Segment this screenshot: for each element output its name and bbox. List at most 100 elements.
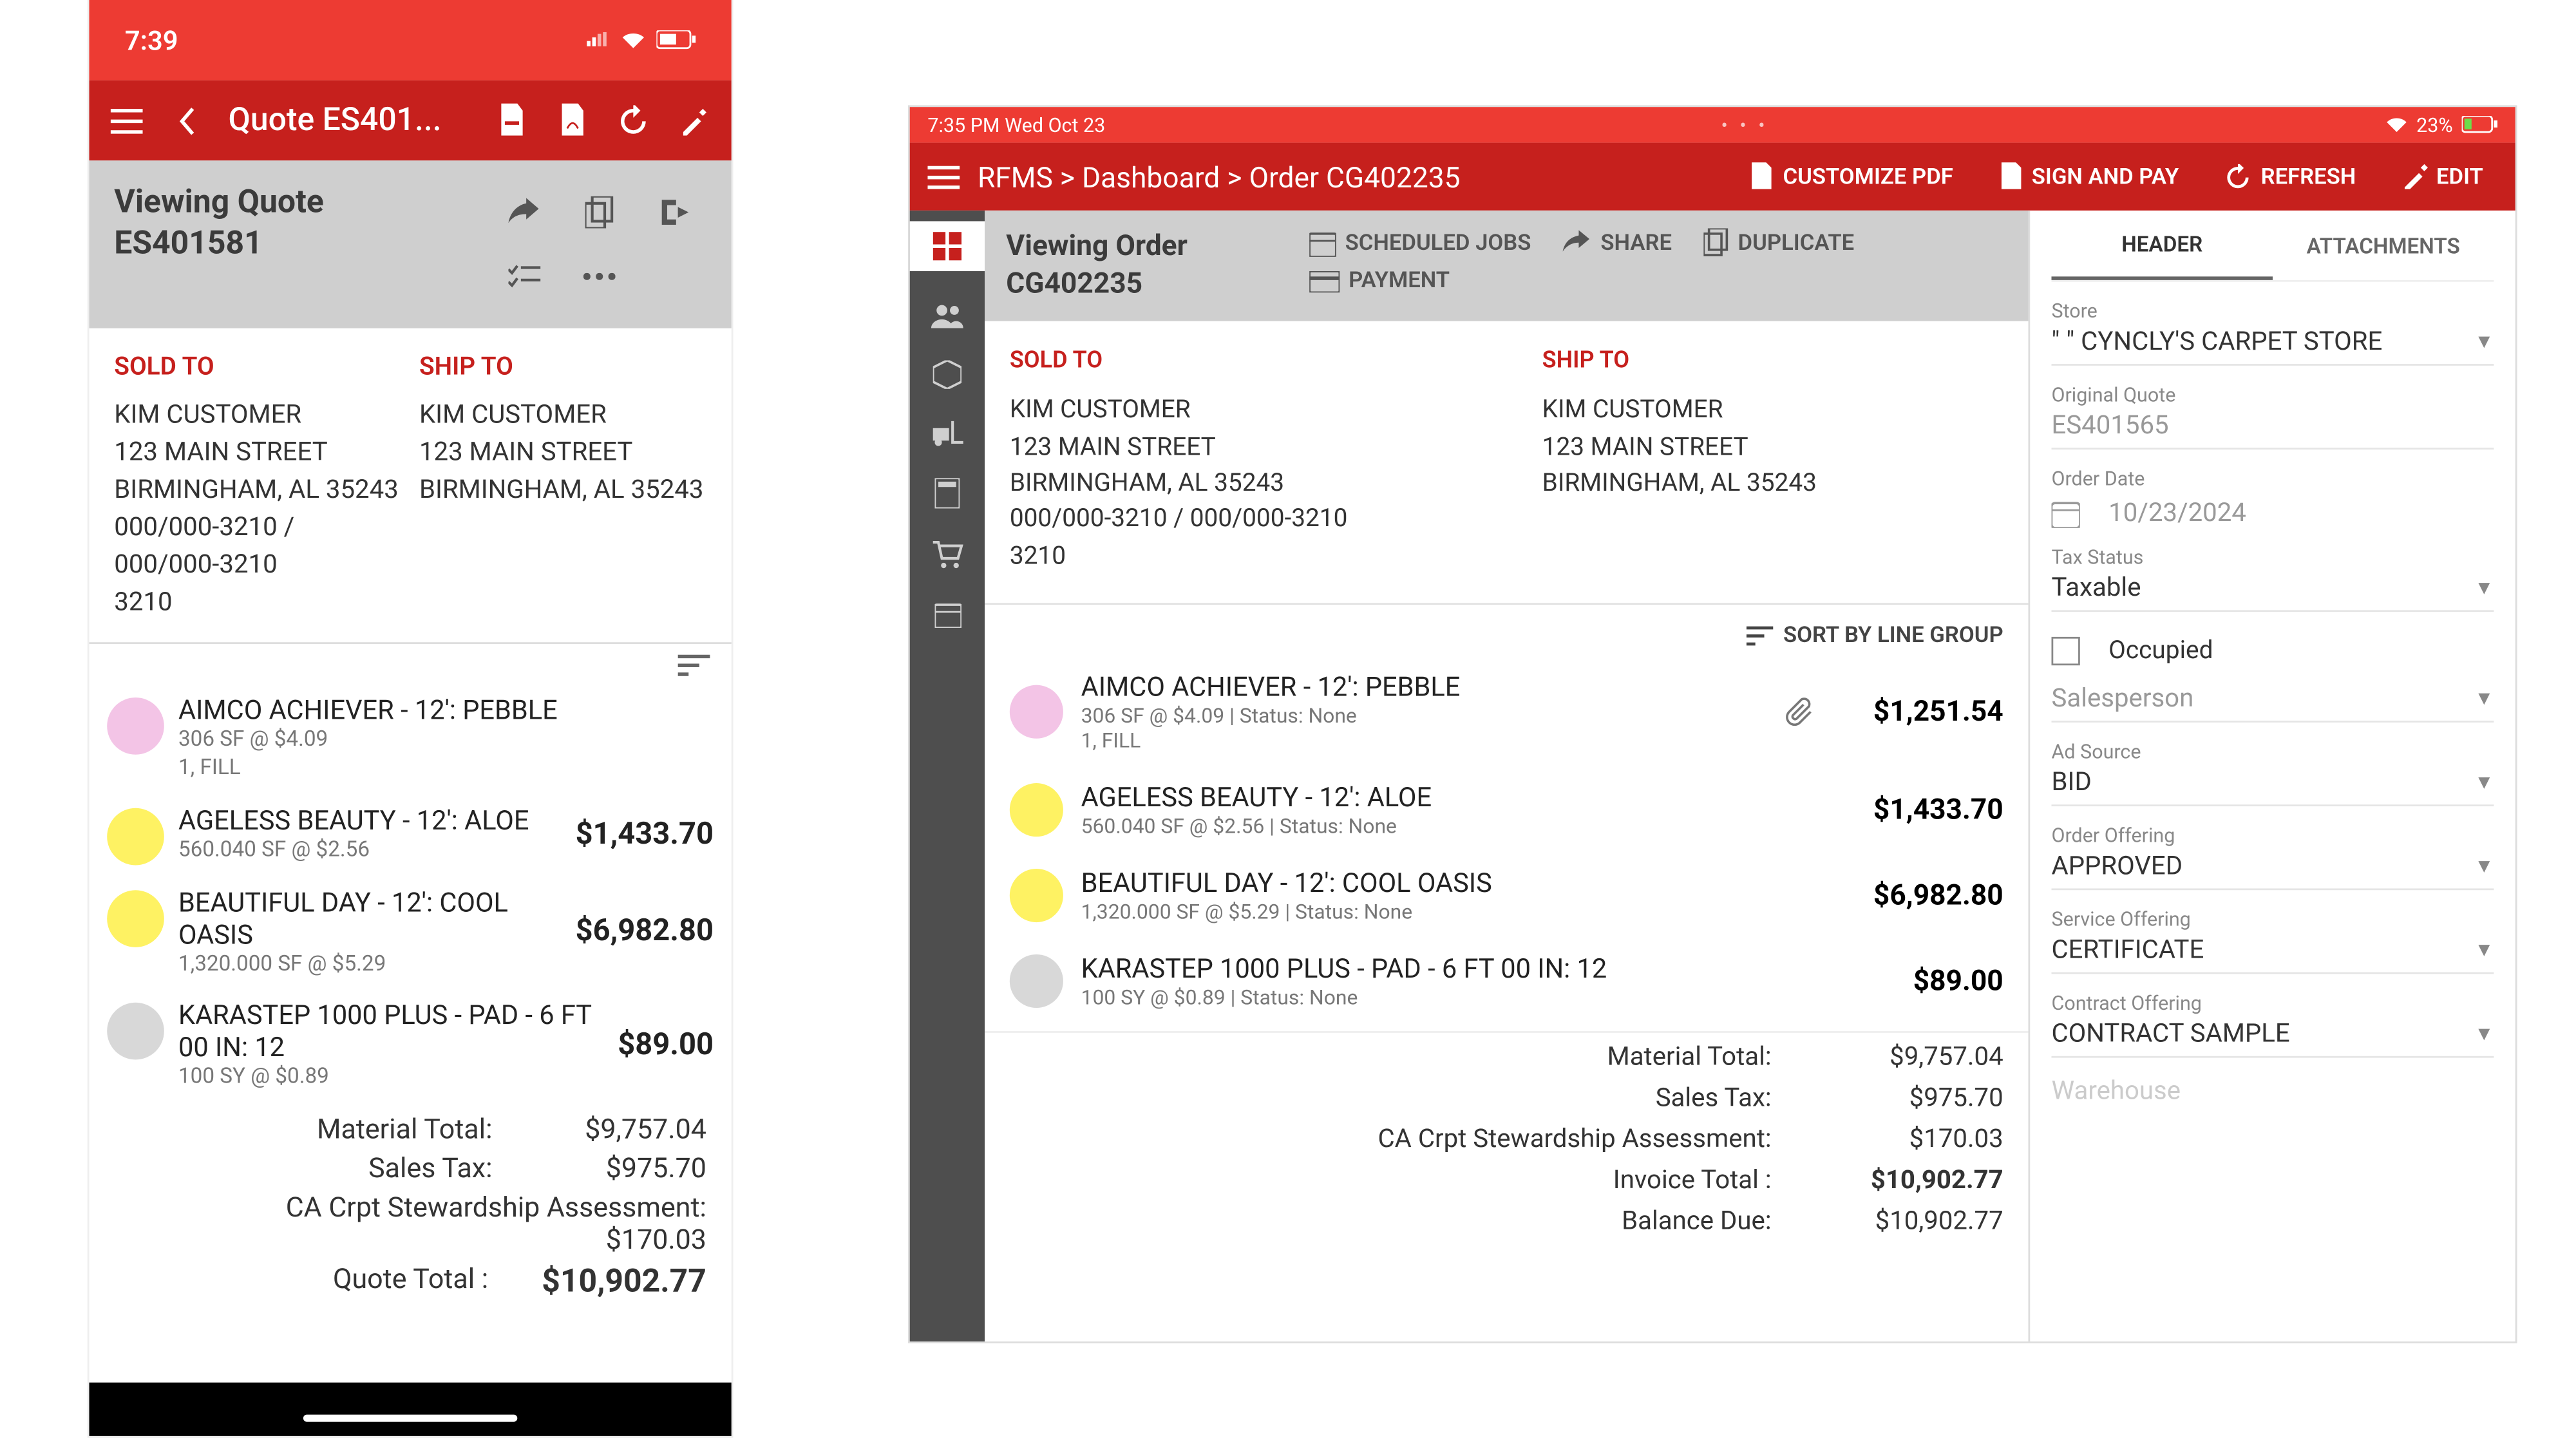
tablet-time: 7:35 PM Wed Oct 23 [927, 113, 1105, 137]
sign-and-pay-button[interactable]: SIGN AND PAY [1985, 162, 2193, 191]
customize-pdf-button[interactable]: CUSTOMIZE PDF [1736, 162, 1967, 191]
hamburger-icon[interactable] [927, 165, 960, 188]
line-item[interactable]: KARASTEP 1000 PLUS - PAD - 6 FT 00 IN: 1… [1003, 938, 2011, 1024]
chevron-down-icon: ▼ [2474, 855, 2494, 878]
item-name: AGELESS BEAUTY - 12': ALOE [178, 804, 561, 836]
item-name: AIMCO ACHIEVER - 12': PEBBLE [1081, 670, 1768, 703]
phone-title: Quote ES401... [229, 102, 471, 139]
viewing-order-label: Viewing Order [1006, 229, 1274, 266]
warehouse-select[interactable]: Warehouse [2052, 1075, 2494, 1113]
chevron-down-icon: ▼ [2474, 687, 2494, 710]
battery-icon [656, 30, 696, 50]
edit-icon [2402, 164, 2427, 189]
sold-to-ext: 3210 [1010, 538, 1471, 574]
item-name: BEAUTIFUL DAY - 12': COOL OASIS [178, 886, 561, 951]
total-value: $170.03 [546, 1224, 706, 1256]
phone-line-items: AIMCO ACHIEVER - 12': PEBBLE 306 SF @ $4… [90, 677, 732, 1102]
share-button[interactable]: SHARE [1563, 229, 1672, 257]
service-offering-select[interactable]: CERTIFICATE▼ [2052, 934, 2494, 974]
edit-button[interactable]: EDIT [2388, 163, 2497, 190]
payment-button[interactable]: PAYMENT [1309, 268, 2007, 295]
tab-attachments[interactable]: ATTACHMENTS [2273, 211, 2494, 280]
item-detail: 100 SY @ $0.89 | Status: None [1081, 985, 1825, 1010]
item-detail: 1,320.000 SF @ $5.29 | Status: None [1081, 899, 1825, 924]
checklist-icon[interactable] [493, 246, 557, 307]
share-icon[interactable] [493, 182, 557, 243]
line-item[interactable]: AGELESS BEAUTY - 12': ALOE 560.040 SF @ … [1003, 767, 2011, 853]
line-item[interactable]: BEAUTIFUL DAY - 12': COOL OASIS 1,320.00… [107, 875, 714, 989]
color-swatch [107, 808, 164, 865]
duplicate-icon[interactable] [567, 182, 632, 243]
line-item[interactable]: AIMCO ACHIEVER - 12': PEBBLE 306 SF @ $4… [1003, 656, 2011, 767]
sort-label[interactable]: SORT BY LINE GROUP [1783, 623, 2003, 650]
color-swatch [1010, 954, 1063, 1008]
more-icon[interactable] [567, 246, 632, 307]
sold-to-phones: 000/000-3210 / 000/000-3210 [114, 509, 401, 583]
hamburger-icon[interactable] [107, 101, 146, 140]
salesperson-select[interactable]: Salesperson▼ [2052, 683, 2494, 723]
export-icon[interactable] [642, 182, 706, 243]
total-value: $10,902.77 [1842, 1165, 2003, 1195]
total-label: Sales Tax: [368, 1152, 492, 1184]
sort-icon[interactable] [1746, 626, 1773, 645]
ad-source-select[interactable]: BID▼ [2052, 767, 2494, 806]
total-value: $975.70 [546, 1152, 706, 1184]
item-extra: 1, FILL [1081, 728, 1768, 753]
refresh-icon[interactable] [614, 101, 653, 140]
breadcrumb[interactable]: RFMS > Dashboard > Order CG402235 [978, 160, 1719, 194]
sold-to-name: KIM CUSTOMER [114, 397, 401, 434]
sold-to-street: 123 MAIN STREET [114, 434, 401, 471]
scheduled-jobs-button[interactable]: SCHEDULED JOBS [1309, 229, 1531, 257]
ship-to-city: BIRMINGHAM, AL 35243 [1542, 466, 2003, 502]
item-price: $89.00 [618, 1027, 714, 1063]
contract-offering-select[interactable]: CONTRACT SAMPLE▼ [2052, 1019, 2494, 1058]
store-label: Store [2052, 299, 2494, 323]
phone-context-header: Viewing Quote ES401581 [90, 160, 732, 328]
tax-status-select[interactable]: Taxable▼ [2052, 573, 2494, 612]
rail-calculator-icon[interactable] [934, 478, 960, 508]
rail-dashboard-icon[interactable] [910, 221, 985, 271]
item-price: $6,982.80 [576, 914, 714, 949]
rail-people-icon[interactable] [931, 303, 963, 328]
ship-to-heading: SHIP TO [419, 350, 706, 386]
duplicate-button[interactable]: DUPLICATE [1704, 229, 1854, 257]
back-icon[interactable] [167, 101, 207, 140]
phone-app-bar: Quote ES401... [90, 80, 732, 161]
rail-forklift-icon[interactable] [931, 421, 963, 446]
ship-to-name: KIM CUSTOMER [419, 397, 706, 434]
store-select[interactable]: " " CYNCLY'S CARPET STORE▼ [2052, 327, 2494, 366]
sort-icon[interactable] [678, 656, 710, 677]
sign-pdf-icon[interactable] [553, 101, 592, 140]
chevron-down-icon: ▼ [2474, 330, 2494, 353]
chevron-down-icon: ▼ [2474, 938, 2494, 961]
item-price: $89.00 [1842, 964, 2003, 998]
ship-to-street: 123 MAIN STREET [1542, 430, 2003, 466]
line-item[interactable]: AGELESS BEAUTY - 12': ALOE 560.040 SF @ … [107, 793, 714, 875]
line-item[interactable]: BEAUTIFUL DAY - 12': COOL OASIS 1,320.00… [1003, 853, 2011, 938]
pdf-icon[interactable] [493, 101, 532, 140]
edit-icon[interactable] [674, 101, 714, 140]
item-extra: 1, FILL [178, 755, 714, 782]
item-detail: 560.040 SF @ $2.56 [178, 836, 561, 864]
order-offering-select[interactable]: APPROVED▼ [2052, 851, 2494, 890]
tablet-device: 7:35 PM Wed Oct 23 • • • 23% RFMS > Dash… [910, 107, 2515, 1341]
phone-time: 7:39 [125, 24, 178, 56]
rail-calendar-icon[interactable] [934, 601, 961, 628]
item-detail: 306 SF @ $4.09 | Status: None [1081, 703, 1768, 728]
color-swatch [107, 1003, 164, 1060]
line-item[interactable]: AIMCO ACHIEVER - 12': PEBBLE 306 SF @ $4… [107, 684, 714, 793]
attachment-icon[interactable] [1786, 697, 1814, 726]
rail-box-icon[interactable] [933, 361, 961, 389]
order-date-input[interactable]: 10/23/2024 [2052, 498, 2494, 528]
nav-rail [910, 211, 985, 1341]
tab-header[interactable]: HEADER [2052, 211, 2273, 280]
refresh-button[interactable]: REFRESH [2211, 163, 2370, 190]
sold-to-city: BIRMINGHAM, AL 35243 [1010, 466, 1471, 502]
sold-to-city: BIRMINGHAM, AL 35243 [114, 471, 401, 509]
rail-cart-icon[interactable] [931, 540, 963, 569]
ad-source-label: Ad Source [2052, 741, 2494, 764]
line-item[interactable]: KARASTEP 1000 PLUS - PAD - 6 FT 00 IN: 1… [107, 989, 714, 1102]
occupied-checkbox[interactable]: Occupied [2052, 637, 2494, 665]
total-value: $9,757.04 [1842, 1041, 2003, 1072]
total-label: CA Crpt Stewardship Assessment: [286, 1191, 706, 1224]
